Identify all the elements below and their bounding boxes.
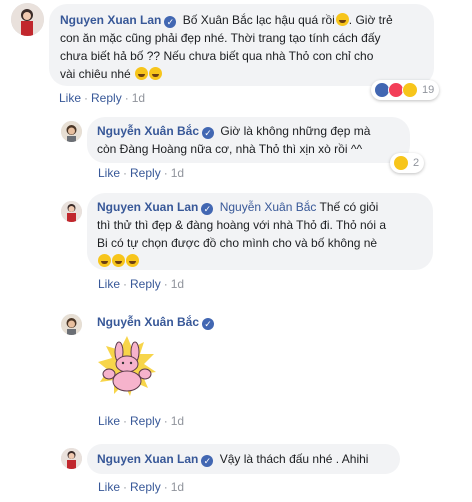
- comment-line: vài chiêu nhé: [60, 65, 424, 83]
- like-link[interactable]: Like: [98, 480, 120, 494]
- timestamp[interactable]: 1d: [171, 166, 184, 180]
- comment-author[interactable]: Nguyễn Xuân Bắc: [97, 124, 199, 138]
- comment-line: Nguyen Xuan Lan ✓ Nguyễn Xuân Bắc Thế có …: [97, 198, 423, 216]
- comment-line: Nguyễn Xuân Bắc ✓ Giờ là không những đẹp …: [97, 122, 400, 140]
- comment-bubble: Nguyen Xuan Lan ✓ Nguyễn Xuân Bắc Thế có …: [87, 193, 433, 270]
- tongue-out-emoji: [112, 254, 125, 267]
- comment-author[interactable]: Nguyễn Xuân Bắc: [97, 315, 199, 329]
- timestamp[interactable]: 1d: [171, 277, 184, 291]
- laughing-emoji: [135, 67, 149, 80]
- reaction-summary[interactable]: 2: [390, 153, 425, 173]
- avatar[interactable]: [61, 314, 82, 335]
- reply-link[interactable]: Reply: [130, 414, 161, 428]
- pink-bunny-muscle-sticker: [96, 334, 158, 398]
- comment-actions: Like · Reply · 1d: [98, 414, 185, 428]
- comment-line: Nguyen Xuan Lan ✓ Vậy là thách đấu nhé . …: [97, 450, 390, 468]
- comment-text: thì thử thì đẹp & đàng hoàng với nhà Thỏ…: [97, 218, 386, 232]
- reply-link[interactable]: Reply: [130, 480, 161, 494]
- comment-actions: Like · Reply · 1d: [98, 277, 185, 291]
- timestamp[interactable]: 1d: [171, 480, 184, 494]
- comment-text: vài chiêu nhé: [60, 67, 131, 81]
- verified-badge-icon: ✓: [201, 203, 214, 215]
- reply-link[interactable]: Reply: [91, 91, 122, 105]
- comment-line: Nguyen Xuan Lan ✓ Bố Xuân Bắc lạc hậu quá…: [60, 11, 424, 29]
- like-link[interactable]: Like: [98, 166, 120, 180]
- avatar[interactable]: [11, 3, 44, 36]
- comment-actions: Like · Reply · 1d: [98, 480, 185, 494]
- comment-text: còn Đàng Hoàng nữa cơ, nhà Thỏ thì xịn x…: [97, 142, 363, 156]
- timestamp[interactable]: 1d: [171, 414, 184, 428]
- avatar[interactable]: [61, 448, 82, 469]
- comment-text: . Giờ trẻ: [348, 13, 393, 27]
- comment-bubble: Nguyen Xuan Lan ✓ Bố Xuân Bắc lạc hậu quá…: [49, 4, 434, 86]
- laughing-emoji: [335, 13, 349, 26]
- smiling-emoji: [98, 254, 111, 267]
- avatar[interactable]: [61, 121, 82, 142]
- reaction-summary[interactable]: 19: [371, 80, 440, 100]
- comment-actions: Like · Reply · 1d: [59, 91, 146, 105]
- verified-badge-icon: ✓: [202, 127, 215, 139]
- verified-badge-icon: ✓: [164, 16, 177, 28]
- comment-text: con ăn mặc cũng phải đẹp nhé. Thời trang…: [60, 31, 381, 45]
- emoji-row: [97, 252, 423, 270]
- reply-link[interactable]: Reply: [130, 166, 161, 180]
- haha-reaction-icon: [393, 155, 409, 171]
- laughing-emoji: [126, 254, 139, 267]
- avatar[interactable]: [61, 201, 82, 222]
- comment-author[interactable]: Nguyen Xuan Lan: [97, 452, 198, 466]
- comment-author-line: Nguyễn Xuân Bắc ✓: [97, 313, 217, 331]
- timestamp[interactable]: 1d: [132, 91, 145, 105]
- like-link[interactable]: Like: [59, 91, 81, 105]
- comment-text: Bi có tự chọn được đồ cho mình cho và bố…: [97, 236, 378, 250]
- verified-badge-icon: ✓: [202, 318, 215, 330]
- haha-reaction-icon: [402, 82, 418, 98]
- comment-bubble: Nguyen Xuan Lan ✓ Vậy là thách đấu nhé . …: [87, 444, 400, 474]
- reaction-count: 2: [413, 157, 420, 169]
- like-link[interactable]: Like: [98, 277, 120, 291]
- comment-text: chưa biết hả bố ?? Nếu chưa biết qua nhà…: [60, 49, 374, 63]
- comment-author[interactable]: Nguyen Xuan Lan: [60, 13, 161, 27]
- comment-author[interactable]: Nguyen Xuan Lan: [97, 200, 198, 214]
- comment-text: Giờ là không những đẹp mà: [220, 124, 371, 138]
- reaction-count: 19: [422, 84, 435, 96]
- comment-text: Thế có giỏi: [319, 200, 379, 214]
- mention-link[interactable]: Nguyễn Xuân Bắc: [220, 200, 317, 214]
- verified-badge-icon: ✓: [201, 455, 214, 467]
- comment-text: Vậy là thách đấu nhé . Ahihi: [219, 452, 369, 466]
- comment-bubble: Nguyễn Xuân Bắc ✓ Giờ là không những đẹp …: [87, 117, 410, 163]
- like-link[interactable]: Like: [98, 414, 120, 428]
- laughing-emoji: [149, 67, 163, 80]
- comment-text: Bố Xuân Bắc lạc hậu quá rồi: [182, 13, 335, 27]
- comment-actions: Like · Reply · 1d: [98, 166, 185, 180]
- reply-link[interactable]: Reply: [130, 277, 161, 291]
